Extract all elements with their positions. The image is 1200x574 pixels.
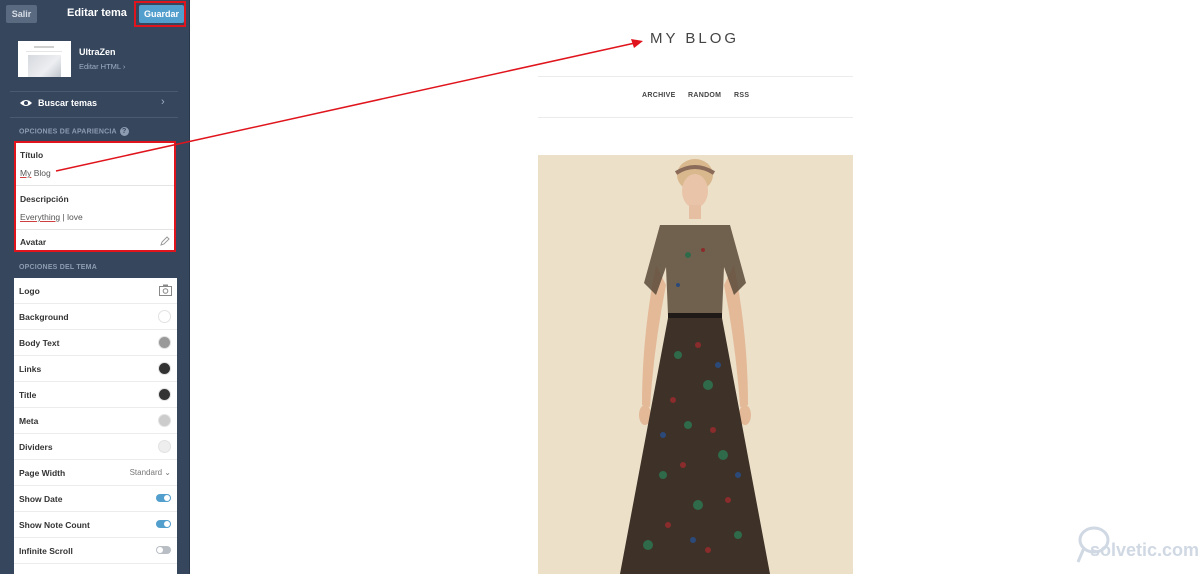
option-row-logo[interactable]: Logo xyxy=(14,278,177,304)
option-row-meta[interactable]: Meta xyxy=(14,408,177,434)
post-photo[interactable] xyxy=(538,155,853,574)
option-row-dividers[interactable]: Dividers xyxy=(14,434,177,460)
appearance-section-label: OPCIONES DE APARIENCIA? xyxy=(19,127,129,136)
appearance-options-panel: Título My Blog Descripción Everything | … xyxy=(14,141,176,252)
option-label: Show Date xyxy=(19,494,63,504)
title-field-label: Título xyxy=(20,150,44,160)
toggle-switch[interactable] xyxy=(156,546,171,554)
chevron-right-icon: › xyxy=(161,96,165,108)
option-label: Logo xyxy=(19,286,40,296)
theme-options-panel: Logo Background Body Text Links Title Meta Div… xyxy=(14,278,177,574)
color-swatch[interactable] xyxy=(158,362,171,375)
color-swatch[interactable] xyxy=(158,310,171,323)
option-label: Title xyxy=(19,390,37,400)
header-divider xyxy=(538,76,853,77)
option-label: Page Width xyxy=(19,468,66,478)
option-row-links[interactable]: Links xyxy=(14,356,177,382)
theme-options-section-label: OPCIONES DEL TEMA xyxy=(19,264,97,271)
nav-archive-link[interactable]: ARCHIVE xyxy=(642,92,676,99)
option-label: Infinite Scroll xyxy=(19,546,73,556)
toggle-switch[interactable] xyxy=(156,494,171,502)
option-row-show-note-count[interactable]: Show Note Count xyxy=(14,512,177,538)
edit-html-link[interactable]: Editar HTML › xyxy=(79,62,125,71)
help-icon[interactable]: ? xyxy=(119,127,129,136)
color-swatch[interactable] xyxy=(158,336,171,349)
option-row-infinite-scroll[interactable]: Infinite Scroll xyxy=(14,538,177,564)
nav-divider xyxy=(538,117,853,118)
solvetic-watermark: solvetic.com xyxy=(1072,518,1199,568)
option-row-show-date[interactable]: Show Date xyxy=(14,486,177,512)
color-swatch[interactable] xyxy=(158,440,171,453)
dress-figure-image xyxy=(620,159,770,574)
option-label: Links xyxy=(19,364,42,374)
option-row-page-width[interactable]: Page Width Standard ⌄ xyxy=(14,460,177,486)
theme-name: UltraZen xyxy=(79,47,116,57)
chevron-down-icon: ⌄ xyxy=(162,468,171,477)
option-label: Meta xyxy=(19,416,39,426)
page-width-select[interactable]: Standard ⌄ xyxy=(130,468,171,477)
browse-themes-label: Buscar temas xyxy=(38,98,98,108)
save-button[interactable]: Guardar xyxy=(139,5,184,23)
option-label: Show Note Count xyxy=(19,520,90,530)
color-swatch[interactable] xyxy=(158,414,171,427)
option-row-background[interactable]: Background xyxy=(14,304,177,330)
color-swatch[interactable] xyxy=(158,388,171,401)
watermark-text: solvetic.com xyxy=(1090,540,1200,560)
option-label: Dividers xyxy=(19,442,53,452)
sidebar-divider xyxy=(10,117,178,118)
avatar-field-label: Avatar xyxy=(20,237,47,247)
theme-thumbnail[interactable] xyxy=(18,41,71,77)
exit-button[interactable]: Salir xyxy=(6,5,37,23)
toggle-switch[interactable] xyxy=(156,520,171,528)
eye-icon xyxy=(20,100,32,106)
current-theme-card: UltraZen Editar HTML › xyxy=(0,35,189,85)
pencil-icon[interactable] xyxy=(160,236,170,246)
title-field[interactable]: My Blog xyxy=(20,168,51,178)
option-row-title[interactable]: Title xyxy=(14,382,177,408)
option-label: Body Text xyxy=(19,338,60,348)
browse-themes-row[interactable]: Buscar temas › xyxy=(0,92,189,114)
camera-icon[interactable] xyxy=(159,284,172,296)
description-field-label: Descripción xyxy=(20,194,69,204)
editor-title: Editar tema xyxy=(67,7,127,19)
nav-rss-link[interactable]: RSS xyxy=(734,92,749,99)
nav-random-link[interactable]: RANDOM xyxy=(688,92,721,99)
sidebar-topbar: Salir Editar tema Guardar xyxy=(0,0,189,28)
theme-editor-sidebar: Salir Editar tema Guardar UltraZen Edita… xyxy=(0,0,189,574)
description-field[interactable]: Everything | love xyxy=(20,212,83,222)
option-label: Background xyxy=(19,312,69,322)
option-row-body-text[interactable]: Body Text xyxy=(14,330,177,356)
